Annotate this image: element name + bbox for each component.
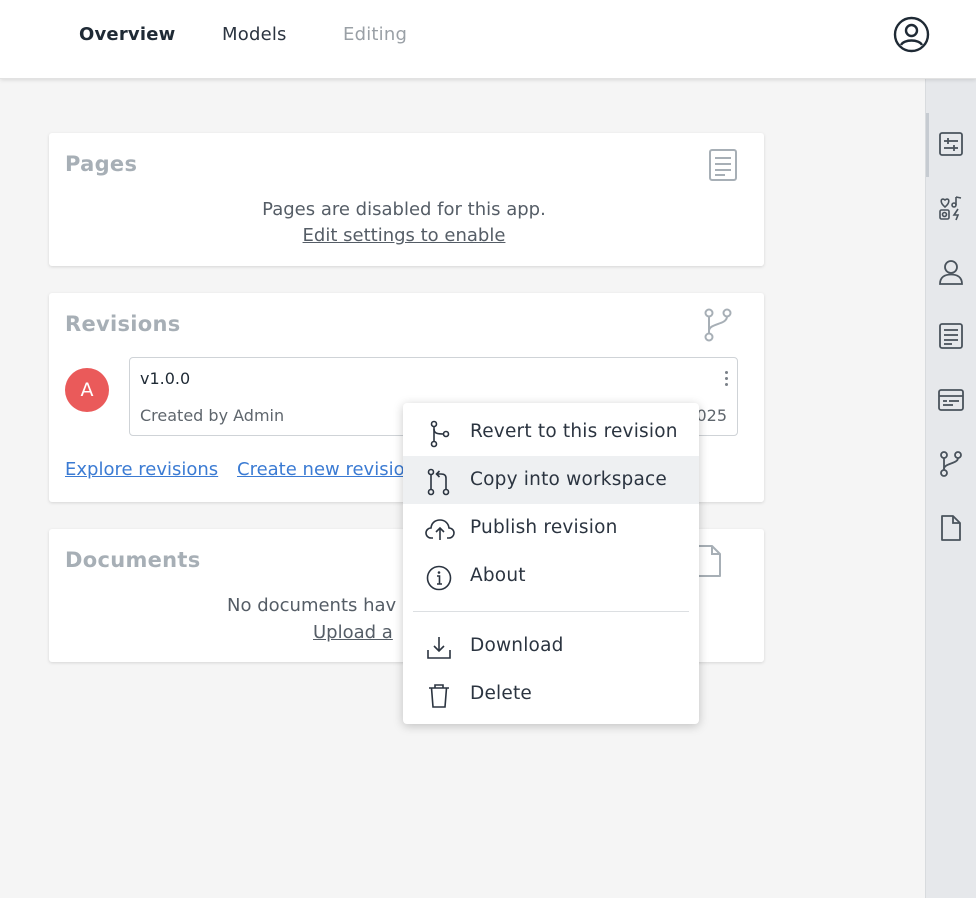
- revision-version: v1.0.0: [140, 369, 191, 388]
- download-icon: [425, 634, 453, 662]
- info-icon: [425, 564, 453, 592]
- avatar: A: [65, 368, 109, 412]
- menu-item-about[interactable]: About: [403, 552, 699, 600]
- right-sidebar: [925, 79, 976, 898]
- menu-label: Copy into workspace: [470, 469, 667, 490]
- sidebar-active-indicator: [926, 113, 929, 177]
- tab-models[interactable]: Models: [222, 24, 287, 45]
- menu-label: Revert to this revision: [470, 421, 678, 442]
- revisions-title: Revisions: [65, 312, 181, 336]
- no-documents-message: No documents hav: [227, 595, 397, 616]
- file-icon[interactable]: [937, 514, 965, 542]
- card-icon[interactable]: [937, 386, 965, 414]
- trash-icon: [425, 682, 453, 710]
- upload-document-link[interactable]: Upload a: [313, 622, 393, 643]
- user-icon[interactable]: [937, 258, 965, 286]
- user-circle-icon[interactable]: [893, 16, 930, 53]
- menu-item-revert[interactable]: Revert to this revision: [403, 408, 699, 456]
- edit-settings-link[interactable]: Edit settings to enable: [303, 225, 506, 246]
- more-options-icon[interactable]: [721, 368, 731, 392]
- pull-request-icon: [425, 468, 453, 496]
- menu-label: Publish revision: [470, 517, 618, 538]
- documents-title: Documents: [65, 548, 201, 572]
- tab-overview[interactable]: Overview: [79, 24, 175, 45]
- revision-date: 025: [696, 406, 727, 425]
- branch-icon: [702, 307, 734, 347]
- document-lines-icon: [707, 148, 739, 186]
- tab-editing[interactable]: Editing: [343, 24, 407, 45]
- revision-context-menu: Revert to this revision Copy into worksp…: [403, 403, 699, 724]
- branch-icon: [425, 420, 453, 448]
- menu-label: Delete: [470, 683, 532, 704]
- menu-item-copy-into-workspace[interactable]: Copy into workspace: [403, 456, 699, 504]
- pages-disabled-message: Pages are disabled for this app.: [262, 199, 546, 220]
- menu-label: Download: [470, 635, 564, 656]
- pages-card: Pages Pages are disabled for this app. E…: [49, 133, 764, 266]
- cloud-upload-icon: [425, 516, 455, 544]
- top-nav: Overview Models Editing: [0, 0, 976, 79]
- pages-title: Pages: [65, 152, 138, 176]
- menu-item-download[interactable]: Download: [403, 622, 699, 670]
- create-revision-link[interactable]: Create new revisio: [237, 459, 405, 480]
- menu-label: About: [470, 565, 526, 586]
- branch-icon[interactable]: [937, 450, 965, 478]
- menu-item-publish-revision[interactable]: Publish revision: [403, 504, 699, 552]
- menu-divider: [413, 611, 689, 612]
- shapes-icon[interactable]: [937, 194, 965, 222]
- explore-revisions-link[interactable]: Explore revisions: [65, 459, 218, 480]
- menu-item-delete[interactable]: Delete: [403, 670, 699, 718]
- revision-created-by: Created by Admin: [140, 406, 285, 425]
- document-lines-icon[interactable]: [937, 322, 965, 350]
- sliders-icon[interactable]: [937, 130, 965, 158]
